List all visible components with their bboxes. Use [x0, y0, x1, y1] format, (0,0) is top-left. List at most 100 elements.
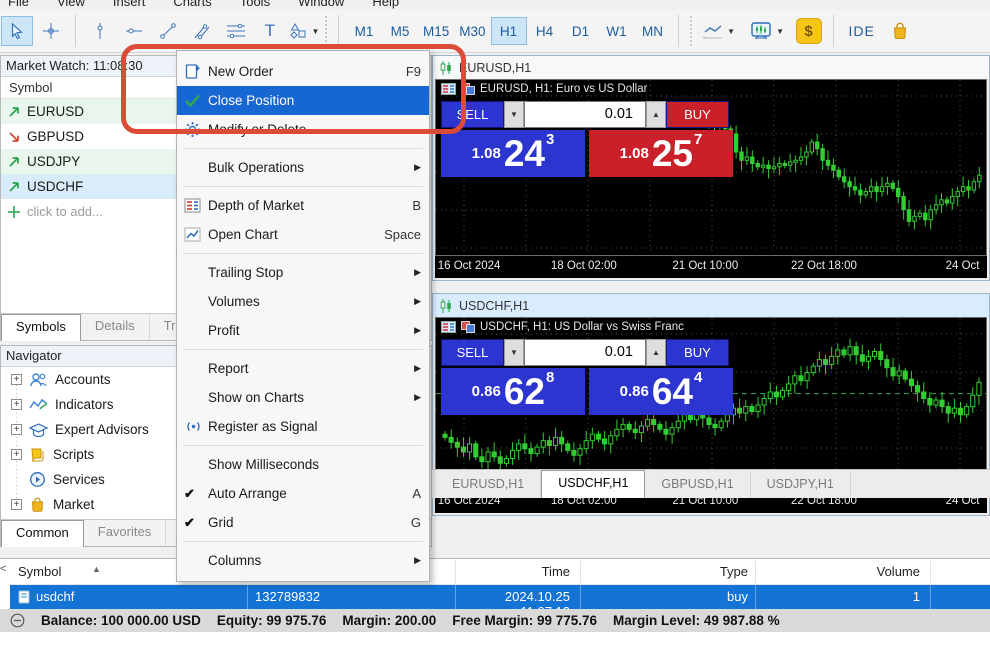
menu-item-trailing-stop[interactable]: Trailing Stop▶: [177, 258, 429, 287]
horizontal-line-tool-button[interactable]: [118, 16, 150, 46]
trade-ticket: 132789832: [255, 589, 320, 604]
buy-button[interactable]: BUY: [666, 101, 729, 128]
navigator-item-label: Expert Advisors: [55, 422, 149, 437]
one-click-trading-icon[interactable]: [461, 83, 475, 95]
menu-charts[interactable]: Charts: [173, 0, 211, 9]
menu-tools[interactable]: Tools: [240, 0, 270, 9]
menu-item-open-chart[interactable]: Open ChartSpace: [177, 220, 429, 249]
ask-price-block[interactable]: 1.08257: [589, 130, 733, 177]
navigator-tab-favorites[interactable]: Favorites: [84, 520, 166, 546]
main-toolbar: T ▼ M1M5M15M30H1H4D1W1MN ▼ ▼ $ IDE: [0, 10, 990, 53]
chart-tab-gbpusd-h1[interactable]: GBPUSD,H1: [645, 472, 750, 498]
timeframe-h4-button[interactable]: H4: [527, 17, 563, 45]
volume-decrease-button[interactable]: ▼: [504, 101, 524, 128]
channel-tool-button[interactable]: [186, 16, 218, 46]
menu-file[interactable]: File: [8, 0, 29, 9]
timeframe-h1-button[interactable]: H1: [491, 17, 527, 45]
volume-increase-button[interactable]: ▲: [646, 101, 666, 128]
menu-item-report[interactable]: Report▶: [177, 354, 429, 383]
timeframe-d1-button[interactable]: D1: [563, 17, 599, 45]
algo-trading-button[interactable]: $: [793, 16, 825, 46]
shapes-tool-button[interactable]: ▼: [288, 16, 320, 46]
crosshair-tool-button[interactable]: [35, 16, 67, 46]
column-header-symbol[interactable]: Symbol: [18, 564, 61, 579]
menu-item-new-order[interactable]: New OrderF9: [177, 57, 429, 86]
text-tool-button[interactable]: T: [254, 16, 286, 46]
navigator-item-label: Accounts: [55, 372, 111, 387]
sell-button[interactable]: SELL: [441, 339, 504, 366]
menu-item-columns[interactable]: Columns▶: [177, 546, 429, 575]
tree-expand-icon[interactable]: +: [11, 499, 22, 510]
volume-input[interactable]: 0.01: [524, 339, 646, 366]
ask-price-block[interactable]: 0.86644: [589, 368, 733, 415]
menu-item-register-as-signal[interactable]: Register as Signal: [177, 412, 429, 441]
buy-button[interactable]: BUY: [666, 339, 729, 366]
menu-item-show-on-charts[interactable]: Show on Charts▶: [177, 383, 429, 412]
bid-price-block[interactable]: 1.08243: [441, 130, 585, 177]
tree-expand-icon[interactable]: +: [11, 374, 22, 385]
market-store-button[interactable]: [884, 16, 916, 46]
vertical-line-icon: [91, 22, 109, 40]
market-watch-tab-symbols[interactable]: Symbols: [1, 314, 81, 341]
menu-window[interactable]: Window: [298, 0, 344, 9]
menu-item-profit[interactable]: Profit▶: [177, 316, 429, 345]
timeframe-m15-button[interactable]: M15: [418, 17, 454, 45]
chart-canvas[interactable]: USDCHF, H1: US Dollar vs Swiss Franc SEL…: [435, 317, 987, 491]
trendline-tool-button[interactable]: [152, 16, 184, 46]
menu-item-bulk-operations[interactable]: Bulk Operations▶: [177, 153, 429, 182]
market-icon: [29, 496, 46, 513]
volume-decrease-button[interactable]: ▼: [504, 339, 524, 366]
menu-view[interactable]: View: [57, 0, 85, 9]
navigator-tab-common[interactable]: Common: [1, 520, 84, 547]
toolbar-grip: [689, 16, 693, 46]
menu-item-auto-arrange[interactable]: ✔ Auto ArrangeA: [177, 479, 429, 508]
column-header-time[interactable]: Time: [455, 564, 570, 579]
menu-item-close-position[interactable]: Close Position: [177, 86, 429, 115]
chart-tab-usdjpy-h1[interactable]: USDJPY,H1: [751, 472, 851, 498]
chart-canvas[interactable]: EURUSD, H1: Euro vs US Dollar SELL ▼ 0.0…: [435, 79, 987, 256]
column-header-type[interactable]: Type: [580, 564, 748, 579]
volume-input[interactable]: 0.01: [524, 101, 646, 128]
volume-increase-button[interactable]: ▲: [646, 339, 666, 366]
depth-of-market-icon[interactable]: [441, 83, 456, 95]
submenu-arrow-icon: ▶: [414, 392, 421, 403]
ide-button[interactable]: IDE: [849, 23, 875, 39]
vertical-line-tool-button[interactable]: [84, 16, 116, 46]
chart-window-titlebar[interactable]: USDCHF,H1: [433, 294, 989, 317]
tree-expand-icon[interactable]: +: [11, 399, 22, 410]
trades-table-header: Symbol▲TimeTypeVolume: [10, 559, 990, 585]
fibonacci-tool-button[interactable]: [220, 16, 252, 46]
chart-tab-usdchf-h1[interactable]: USDCHF,H1: [541, 470, 645, 498]
navigator-item-label: Scripts: [53, 447, 94, 462]
timeframe-mn-button[interactable]: MN: [635, 17, 671, 45]
menu-separator: [183, 186, 423, 187]
one-click-trading-icon[interactable]: [461, 321, 475, 333]
menu-item-grid[interactable]: ✔ GridG: [177, 508, 429, 537]
timeframe-m5-button[interactable]: M5: [382, 17, 418, 45]
toolbox-collapse-arrow[interactable]: <: [0, 563, 9, 575]
bid-price-block[interactable]: 0.86628: [441, 368, 585, 415]
chart-tab-eurusd-h1[interactable]: EURUSD,H1: [436, 472, 541, 498]
menu-item-depth-of-market[interactable]: Depth of MarketB: [177, 191, 429, 220]
chart-template-button[interactable]: ▼: [743, 16, 791, 46]
timeframe-w1-button[interactable]: W1: [599, 17, 635, 45]
column-header-volume[interactable]: Volume: [755, 564, 920, 579]
chart-window-titlebar[interactable]: EURUSD,H1: [433, 56, 989, 79]
market-watch-tab-details[interactable]: Details: [81, 314, 150, 340]
menu-item-show-milliseconds[interactable]: Show Milliseconds: [177, 450, 429, 479]
timeframe-m1-button[interactable]: M1: [346, 17, 382, 45]
trendline-icon: [159, 22, 177, 40]
depth-of-market-icon[interactable]: [441, 321, 456, 333]
trade-row[interactable]: usdchf1327898322024.10.25 11:07:12buy1: [10, 585, 990, 609]
menu-insert[interactable]: Insert: [113, 0, 146, 9]
tree-expand-icon[interactable]: +: [11, 424, 22, 435]
menu-item-volumes[interactable]: Volumes▶: [177, 287, 429, 316]
cursor-tool-button[interactable]: [1, 16, 33, 46]
sell-button[interactable]: SELL: [441, 101, 504, 128]
menu-help[interactable]: Help: [372, 0, 399, 9]
timeframe-m30-button[interactable]: M30: [454, 17, 490, 45]
indicator-list-button[interactable]: ▼: [697, 16, 741, 46]
tree-expand-icon[interactable]: +: [11, 449, 22, 460]
menu-item-modify-or-delete[interactable]: Modify or Delete: [177, 115, 429, 144]
navigator-item-label: Indicators: [55, 397, 114, 412]
